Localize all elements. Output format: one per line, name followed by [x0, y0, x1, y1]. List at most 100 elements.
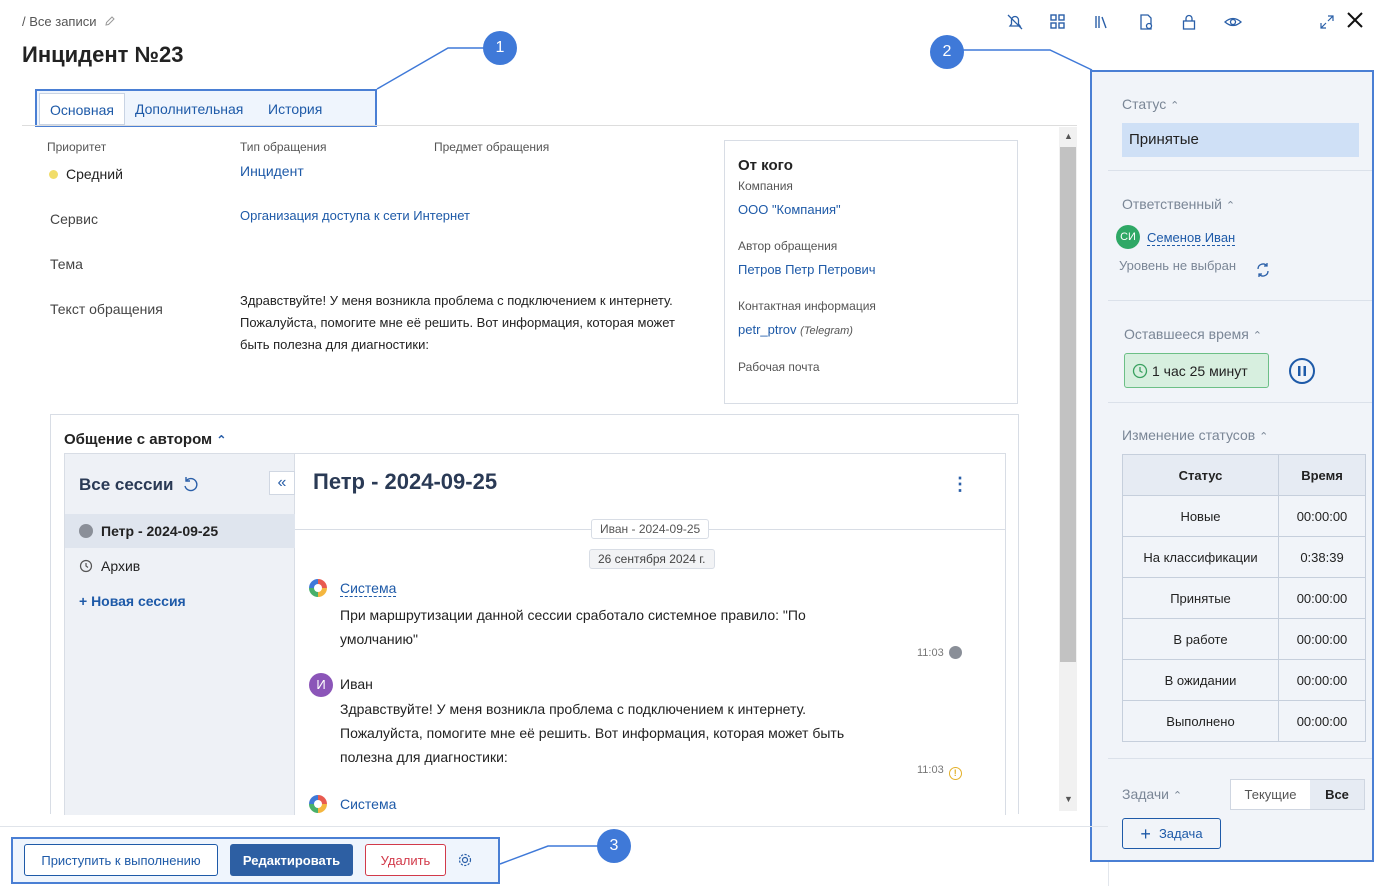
session-item-archive[interactable]: Архив — [65, 549, 295, 583]
message-line: Пожалуйста, помогите мне её решить. Вот … — [340, 725, 845, 741]
author-label: Автор обращения — [738, 239, 838, 253]
warning-icon: ! — [948, 767, 962, 780]
sync-icon[interactable] — [1255, 262, 1271, 278]
from-card: От кого Компания ООО "Компания" Автор об… — [724, 140, 1018, 404]
start-work-button[interactable]: Приступить к выполнению — [24, 844, 218, 876]
chevron-up-icon[interactable]: ⌃ — [1259, 431, 1268, 443]
sessions-title: Все сессии — [79, 475, 174, 494]
message-line: полезна для диагностики: — [340, 749, 508, 765]
contact-channel: (Telegram) — [800, 325, 853, 337]
breadcrumb-link[interactable]: / Все записи — [22, 14, 97, 29]
status-value[interactable]: Принятые — [1122, 123, 1359, 157]
tab-additional[interactable]: Дополнительная — [125, 93, 253, 125]
conversation-panel: Петр - 2024-09-25 ⋮ Иван - 2024-09-25 26… — [295, 453, 1006, 815]
message-time-text: 11:03 — [917, 764, 944, 776]
session-item-label: Архив — [101, 558, 141, 574]
pause-icon[interactable] — [1288, 357, 1316, 385]
bell-off-icon[interactable] — [1005, 12, 1025, 32]
refresh-icon[interactable] — [181, 475, 201, 495]
sessions-panel: Все сессии « Петр - 2024-09-25 Архив + Н… — [64, 453, 295, 815]
remaining-time-text: 1 час 25 минут — [1152, 362, 1248, 379]
telegram-icon — [948, 646, 962, 659]
delete-button[interactable]: Удалить — [365, 844, 446, 876]
message-author[interactable]: Система — [340, 796, 396, 812]
status-changes-title[interactable]: Изменение статусов ⌃ — [1122, 427, 1268, 443]
more-options-icon[interactable]: ⋮ — [951, 474, 969, 495]
library-icon[interactable] — [1092, 12, 1112, 32]
plus-icon: + — [1140, 823, 1151, 844]
chevron-up-icon[interactable]: ⌃ — [1226, 200, 1235, 212]
add-task-button[interactable]: + Задача — [1122, 818, 1221, 849]
message-line: умолчанию" — [340, 631, 418, 647]
table-cell: Новые — [1122, 495, 1279, 537]
priority-label: Приоритет — [47, 140, 107, 154]
scrollbar[interactable]: ▲ ▼ — [1059, 127, 1077, 811]
tasks-current-toggle[interactable]: Текущие — [1231, 780, 1310, 809]
new-session-button[interactable]: + Новая сессия — [65, 584, 295, 618]
contact-link[interactable]: petr_ptrov — [738, 322, 797, 337]
message-author: Иван — [340, 676, 373, 692]
company-label: Компания — [738, 179, 793, 193]
add-task-label: Задача — [1158, 826, 1203, 841]
priority-dot-icon — [49, 169, 58, 179]
gear-icon[interactable] — [457, 852, 473, 868]
tab-history[interactable]: История — [258, 93, 332, 125]
priority-value: Средний — [49, 166, 123, 182]
chevron-up-icon[interactable]: ⌃ — [1170, 100, 1179, 112]
tasks-title[interactable]: Задачи ⌃ — [1122, 786, 1182, 802]
tabs-highlight: Основная Дополнительная История — [35, 89, 377, 127]
tabs-divider — [22, 125, 1077, 126]
lock-icon[interactable] — [1179, 12, 1199, 32]
chevron-up-icon[interactable]: ⌃ — [1253, 330, 1262, 342]
eye-icon[interactable] — [1223, 12, 1243, 32]
scroll-down-icon[interactable]: ▼ — [1064, 794, 1073, 804]
table-header: Статус — [1122, 454, 1279, 496]
chevron-up-icon[interactable]: ⌃ — [1173, 790, 1182, 802]
pencil-icon[interactable] — [104, 15, 116, 27]
responsible-title-text: Ответственный — [1122, 196, 1222, 212]
company-value[interactable]: ООО "Компания" — [738, 202, 841, 217]
message-author[interactable]: Система — [340, 580, 397, 597]
expand-icon[interactable] — [1317, 12, 1337, 32]
page-title: Инцидент №23 — [22, 42, 184, 67]
telegram-icon — [79, 524, 93, 538]
chevron-up-icon[interactable]: ⌃ — [216, 433, 226, 447]
chat-section-title[interactable]: Общение с автором ⌃ — [64, 431, 226, 448]
author-value[interactable]: Петров Петр Петрович — [738, 262, 876, 277]
table-cell: 00:00:00 — [1278, 618, 1366, 660]
edit-button[interactable]: Редактировать — [230, 844, 353, 876]
service-value[interactable]: Организация доступа к сети Интернет — [240, 208, 470, 223]
chat-section-title-text: Общение с автором — [64, 431, 213, 448]
tasks-all-toggle[interactable]: Все — [1310, 780, 1364, 809]
footer-actions: Приступить к выполнению Редактировать Уд… — [11, 837, 500, 884]
status-title[interactable]: Статус ⌃ — [1122, 96, 1179, 112]
table-cell: Выполнено — [1122, 700, 1279, 742]
session-item-petr[interactable]: Петр - 2024-09-25 — [65, 514, 295, 548]
avatar: И — [309, 673, 333, 697]
contact-value: petr_ptrov (Telegram) — [738, 322, 853, 337]
message-time: 11:03 ! — [917, 764, 962, 780]
scrollbar-thumb[interactable] — [1060, 147, 1076, 662]
responsible-title[interactable]: Ответственный ⌃ — [1122, 196, 1235, 212]
tab-main[interactable]: Основная — [39, 93, 125, 125]
grid-icon[interactable] — [1048, 12, 1068, 32]
close-icon[interactable] — [1345, 10, 1365, 30]
tasks-filter: Текущие Все — [1230, 779, 1365, 810]
divider — [1108, 402, 1372, 403]
message-line: Здравствуйте! У меня возникла проблема с… — [340, 701, 807, 717]
breadcrumb[interactable]: / Все записи — [22, 14, 116, 29]
message-line: При маршрутизации данной сессии сработал… — [340, 607, 806, 623]
scroll-up-icon[interactable]: ▲ — [1064, 131, 1073, 141]
document-settings-icon[interactable] — [1136, 12, 1156, 32]
divider — [1108, 758, 1372, 759]
time-title[interactable]: Оставшееся время ⌃ — [1124, 326, 1262, 342]
type-value[interactable]: Инцидент — [240, 163, 304, 179]
collapse-panel-icon[interactable]: « — [269, 471, 295, 495]
avatar: СИ — [1116, 225, 1140, 249]
table-header: Время — [1278, 454, 1366, 496]
subject-label: Предмет обращения — [434, 140, 550, 154]
remaining-time-badge: 1 час 25 минут — [1124, 353, 1269, 388]
status-changes-table: Статус Время Новые 00:00:00 На классификац… — [1122, 454, 1366, 742]
chat-section: Общение с автором ⌃ Все сессии « Петр - … — [50, 414, 1019, 815]
responsible-name[interactable]: Семенов Иван — [1147, 230, 1236, 246]
